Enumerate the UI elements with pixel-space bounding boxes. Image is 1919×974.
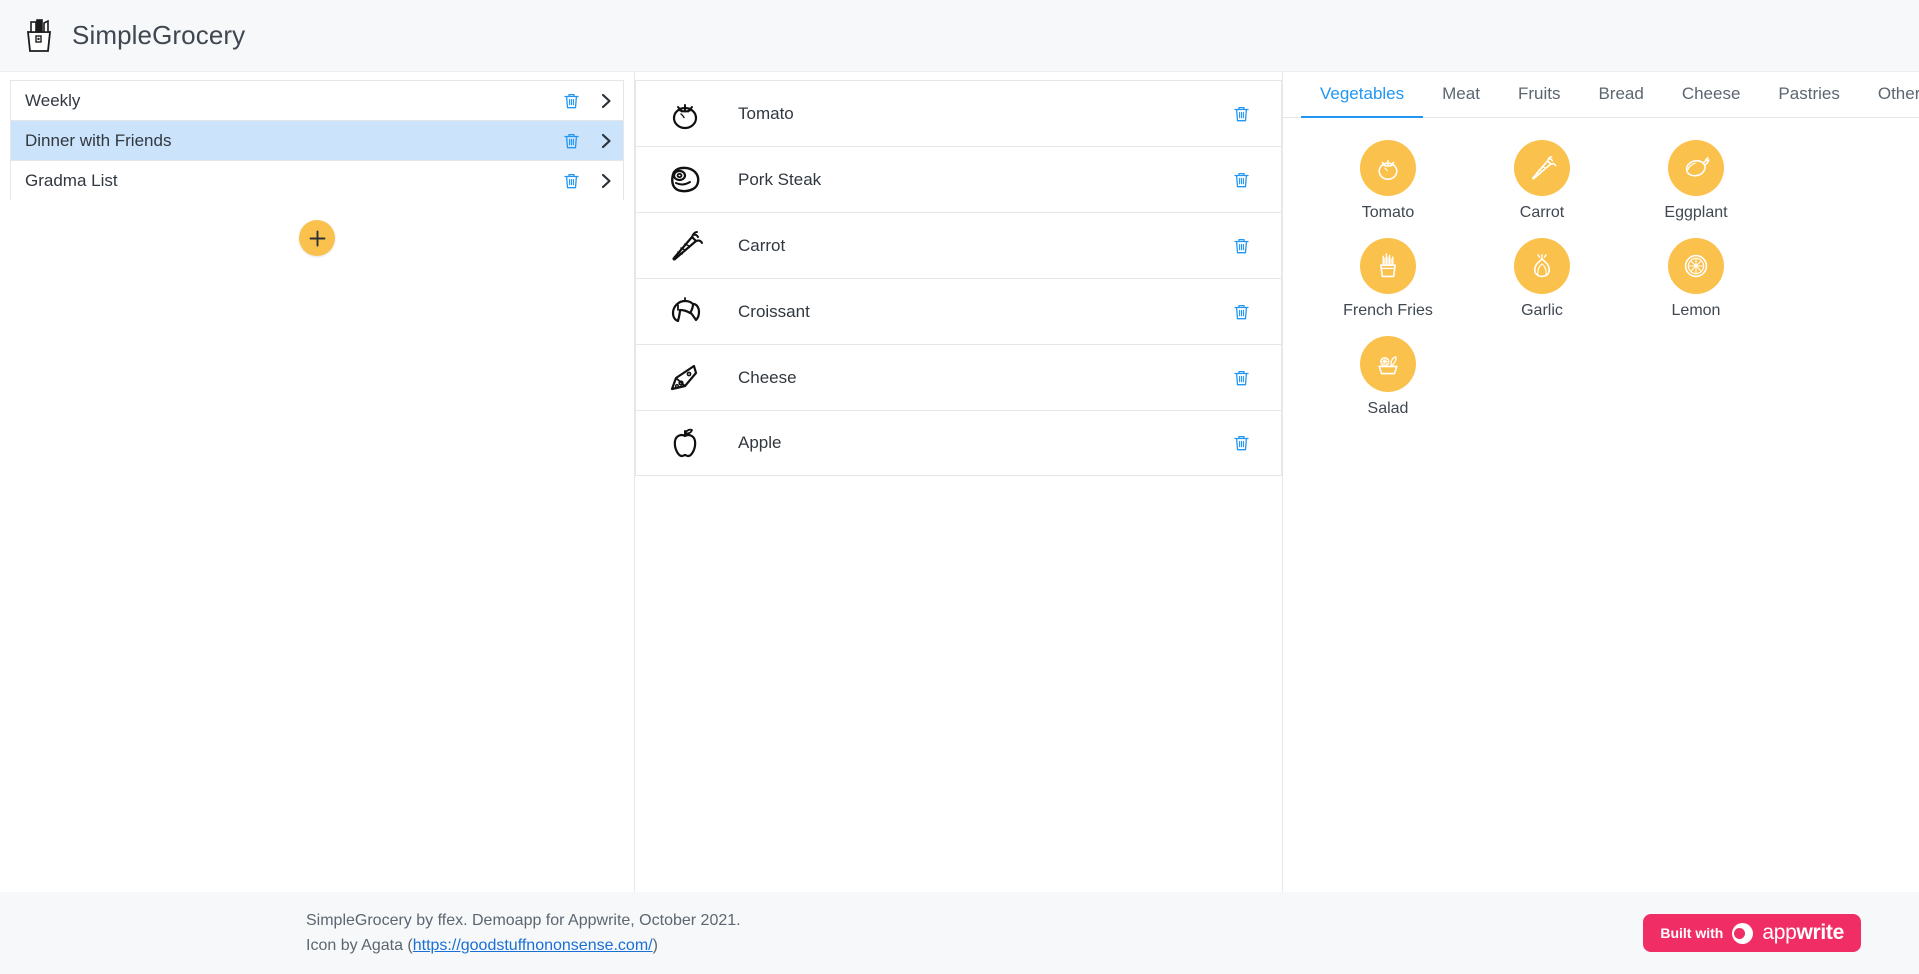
item-name: Tomato xyxy=(738,103,794,123)
trash-icon[interactable] xyxy=(1232,236,1251,255)
fries-icon xyxy=(1360,238,1416,294)
footer-line-2-suffix: ) xyxy=(652,937,658,954)
tab-fruits[interactable]: Fruits xyxy=(1499,84,1580,118)
chevron-right-icon[interactable] xyxy=(599,92,613,110)
badge-built-with-label: Built with xyxy=(1660,925,1724,941)
item-row[interactable]: Pork Steak xyxy=(635,146,1282,212)
trash-icon[interactable] xyxy=(1232,170,1251,189)
list-row-actions xyxy=(562,91,613,110)
catalog-item-label: French Fries xyxy=(1343,302,1433,319)
catalog-panel: Vegetables Meat Fruits Bread Cheese Past… xyxy=(1283,72,1919,892)
footer-line-2: Icon by Agata (https://goodstuffnononsen… xyxy=(306,933,741,958)
tomato-icon xyxy=(1360,140,1416,196)
list-row[interactable]: Dinner with Friends xyxy=(10,120,624,160)
app-header: SimpleGrocery xyxy=(0,0,1919,72)
tab-bread[interactable]: Bread xyxy=(1579,84,1662,118)
list-name: Weekly xyxy=(25,90,81,110)
carrot-icon xyxy=(1514,140,1570,196)
apple-icon xyxy=(662,420,708,466)
carrot-icon xyxy=(662,223,708,269)
footer-line-2-prefix: Icon by Agata ( xyxy=(306,937,413,954)
item-name: Carrot xyxy=(738,235,786,255)
catalog-item-salad[interactable]: Salad xyxy=(1311,336,1465,418)
badge-brand-bold: write xyxy=(1796,921,1844,944)
catalog-item-lemon[interactable]: Lemon xyxy=(1619,238,1773,320)
trash-icon[interactable] xyxy=(1232,368,1251,387)
item-row[interactable]: Cheese xyxy=(635,344,1282,410)
badge-brand-light: app xyxy=(1762,921,1797,944)
workspace: Weekly Dinner with Friends Gradma List T… xyxy=(0,72,1919,892)
list-row[interactable]: Weekly xyxy=(10,80,624,120)
catalog-item-label: Carrot xyxy=(1519,204,1565,221)
item-name: Cheese xyxy=(738,367,797,387)
add-list-container xyxy=(10,220,624,256)
catalog-item-tomato[interactable]: Tomato xyxy=(1311,140,1465,222)
item-name: Pork Steak xyxy=(738,169,822,189)
footer-credits: SimpleGrocery by ffex. Demoapp for Appwr… xyxy=(306,908,741,958)
item-name: Croissant xyxy=(738,301,810,321)
item-row[interactable]: Croissant xyxy=(635,278,1282,344)
items-panel: Tomato Pork Steak Carrot Croissant Chees… xyxy=(635,72,1283,892)
list-row[interactable]: Gradma List xyxy=(10,160,624,200)
croissant-icon xyxy=(662,289,708,335)
category-tabbar: Vegetables Meat Fruits Bread Cheese Past… xyxy=(1283,72,1919,118)
eggplant-icon xyxy=(1668,140,1724,196)
page-title: SimpleGrocery xyxy=(72,20,246,50)
catalog-item-label: Tomato xyxy=(1361,204,1415,221)
tomato-icon xyxy=(662,91,708,137)
catalog-item-label: Garlic xyxy=(1521,302,1563,319)
salad-icon xyxy=(1360,336,1416,392)
steak-icon xyxy=(662,157,708,203)
catalog-item-garlic[interactable]: Garlic xyxy=(1465,238,1619,320)
catalog-item-french-fries[interactable]: French Fries xyxy=(1311,238,1465,320)
tab-meat[interactable]: Meat xyxy=(1423,84,1499,118)
tab-cheese[interactable]: Cheese xyxy=(1663,84,1760,118)
cheese-icon xyxy=(662,355,708,401)
list-row-actions xyxy=(562,131,613,150)
tab-vegetables[interactable]: Vegetables xyxy=(1301,84,1424,118)
grocery-bag-icon xyxy=(22,17,56,55)
trash-icon[interactable] xyxy=(562,131,581,150)
catalog-item-eggplant[interactable]: Eggplant xyxy=(1619,140,1773,222)
appwrite-logo-icon xyxy=(1732,922,1754,944)
app-footer: SimpleGrocery by ffex. Demoapp for Appwr… xyxy=(0,892,1919,974)
list-name: Gradma List xyxy=(25,170,118,190)
item-row[interactable]: Tomato xyxy=(635,80,1282,146)
trash-icon[interactable] xyxy=(1232,302,1251,321)
catalog-grid: Tomato Carrot Eggplant French Fries Garl… xyxy=(1283,118,1919,434)
item-name: Apple xyxy=(738,433,782,452)
list-name: Dinner with Friends xyxy=(25,130,172,150)
list-row-actions xyxy=(562,171,613,190)
item-row[interactable]: Apple xyxy=(635,410,1282,476)
trash-icon[interactable] xyxy=(562,91,581,110)
garlic-icon xyxy=(1514,238,1570,294)
tab-other[interactable]: Other xyxy=(1859,84,1919,118)
item-row[interactable]: Carrot xyxy=(635,212,1282,278)
trash-icon[interactable] xyxy=(1232,104,1251,123)
badge-brand-name: appwrite xyxy=(1762,921,1844,945)
catalog-item-carrot[interactable]: Carrot xyxy=(1465,140,1619,222)
trash-icon[interactable] xyxy=(562,171,581,190)
footer-line-1: SimpleGrocery by ffex. Demoapp for Appwr… xyxy=(306,912,741,929)
add-list-button[interactable] xyxy=(299,220,335,256)
icon-credit-link[interactable]: https://goodstuffnononsense.com/ xyxy=(413,937,653,954)
catalog-item-label: Salad xyxy=(1367,400,1409,417)
trash-icon[interactable] xyxy=(1232,434,1251,453)
chevron-right-icon[interactable] xyxy=(599,132,613,150)
lists-panel: Weekly Dinner with Friends Gradma List xyxy=(0,72,635,892)
tab-pastries[interactable]: Pastries xyxy=(1759,84,1858,118)
lemon-icon xyxy=(1668,238,1724,294)
built-with-appwrite-badge[interactable]: Built with appwrite xyxy=(1643,914,1861,952)
catalog-item-label: Eggplant xyxy=(1664,204,1728,221)
chevron-right-icon[interactable] xyxy=(599,172,613,190)
catalog-item-label: Lemon xyxy=(1671,302,1721,319)
